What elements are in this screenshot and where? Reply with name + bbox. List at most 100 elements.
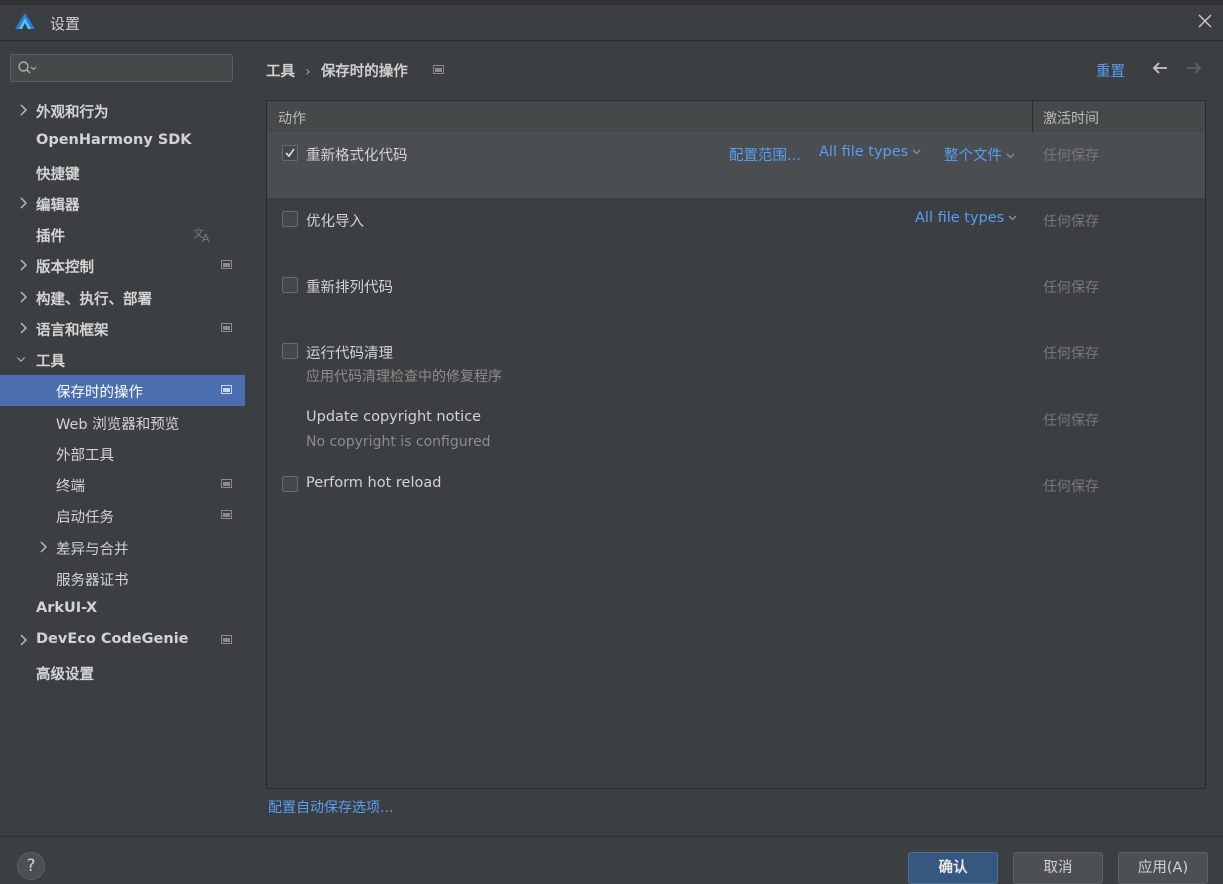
sidebar-item-terminal[interactable]: 终端 (0, 469, 245, 500)
activation-time: 任何保存 (1043, 346, 1099, 362)
breadcrumb-parent[interactable]: 工具 (266, 64, 295, 80)
sidebar-item-editor[interactable]: 编辑器 (0, 188, 245, 219)
project-settings-icon (221, 510, 232, 519)
sidebar-item-actions-on-save[interactable]: 保存时的操作 (0, 375, 245, 406)
activation-time: 任何保存 (1043, 413, 1099, 429)
breadcrumb-separator: › (305, 64, 311, 80)
table-row[interactable]: 重新格式化代码 配置范围... All file types 整个文件 任何保存 (267, 132, 1205, 198)
configure-scope-link[interactable]: 配置范围... (729, 144, 801, 165)
sidebar-item-tools[interactable]: 工具 (0, 344, 245, 375)
row-label: 重新排列代码 (306, 280, 393, 296)
checkmark-icon (285, 148, 295, 158)
project-settings-icon (221, 323, 232, 332)
sidebar-item-arkui-x[interactable]: ArkUI-X (0, 594, 245, 625)
table-row[interactable]: 运行代码清理 应用代码清理检查中的修复程序 任何保存 (267, 330, 1205, 396)
sidebar-item-label: 差异与合并 (56, 542, 129, 558)
sidebar-item-label: OpenHarmony SDK (36, 132, 192, 148)
svg-text:A: A (202, 232, 210, 243)
sidebar-item-label: 工具 (36, 354, 65, 370)
table-row[interactable]: Perform hot reload 任何保存 (267, 462, 1205, 512)
column-header-action[interactable]: 动作 (278, 108, 306, 128)
chevron-right-icon[interactable] (18, 103, 28, 117)
sidebar-item-languages[interactable]: 语言和框架 (0, 313, 245, 344)
optimize-imports-checkbox[interactable] (282, 211, 298, 227)
ok-button[interactable]: 确认 (908, 852, 998, 884)
search-input[interactable] (41, 58, 230, 80)
project-settings-icon (221, 385, 232, 394)
settings-sidebar: 外观和行为 OpenHarmony SDK 快捷键 编辑器 插件 文 A 版本控… (0, 41, 245, 836)
arrow-left-icon[interactable] (1151, 60, 1169, 76)
sidebar-item-label: 版本控制 (36, 260, 94, 276)
sidebar-item-web-browsers[interactable]: Web 浏览器和预览 (0, 407, 245, 438)
breadcrumb: 工具 › 保存时的操作 (266, 60, 408, 81)
sidebar-item-codegenie[interactable]: DevEco CodeGenie (0, 625, 245, 656)
sidebar-item-plugins[interactable]: 插件 文 A (0, 219, 245, 250)
chevron-right-icon[interactable] (18, 290, 28, 304)
configure-autosave-link[interactable]: 配置自动保存选项... (268, 797, 393, 817)
cancel-button[interactable]: 取消 (1013, 852, 1103, 884)
sidebar-item-label: ArkUI-X (36, 600, 98, 616)
row-label: 优化导入 (306, 214, 364, 230)
app-logo-icon (15, 13, 35, 29)
sidebar-item-label: Web 浏览器和预览 (56, 417, 180, 433)
rearrange-code-checkbox[interactable] (282, 277, 298, 293)
sidebar-item-label: DevEco CodeGenie (36, 631, 189, 647)
sidebar-item-label: 插件 (36, 229, 65, 245)
sidebar-item-label: 构建、执行、部署 (36, 292, 152, 308)
activation-time: 任何保存 (1043, 148, 1099, 164)
activation-time: 任何保存 (1043, 280, 1099, 296)
row-description: No copyright is configured (306, 434, 491, 450)
column-divider[interactable] (1032, 101, 1033, 132)
sidebar-item-label: 高级设置 (36, 667, 94, 683)
settings-content: 工具 › 保存时的操作 重置 动作 激活时间 重新格式化代码 配置范围... All… (245, 41, 1223, 836)
sidebar-item-appearance[interactable]: 外观和行为 (0, 95, 245, 126)
arrow-right-icon[interactable] (1185, 60, 1203, 76)
file-types-label: All file types (915, 210, 1005, 226)
project-settings-icon (221, 635, 232, 644)
title-bar: 设置 (0, 0, 1223, 41)
sidebar-item-label: 语言和框架 (36, 323, 109, 339)
sidebar-item-label: 编辑器 (36, 198, 80, 214)
file-types-dropdown[interactable]: All file types (915, 210, 1017, 226)
activation-time: 任何保存 (1043, 479, 1099, 495)
reformat-code-checkbox[interactable] (282, 145, 298, 161)
sidebar-item-version-control[interactable]: 版本控制 (0, 250, 245, 281)
chevron-right-icon[interactable] (18, 633, 28, 647)
column-header-activation[interactable]: 激活时间 (1043, 108, 1099, 128)
help-button[interactable]: ? (17, 852, 45, 880)
table-row[interactable]: 重新排列代码 任何保存 (267, 264, 1205, 330)
chevron-right-icon[interactable] (18, 258, 28, 272)
sidebar-item-keymap[interactable]: 快捷键 (0, 157, 245, 188)
sidebar-item-advanced-settings[interactable]: 高级设置 (0, 657, 245, 688)
actions-on-save-table: 动作 激活时间 重新格式化代码 配置范围... All file types 整… (266, 100, 1206, 789)
sidebar-item-build[interactable]: 构建、执行、部署 (0, 282, 245, 313)
file-types-label: All file types (819, 144, 909, 160)
sidebar-item-diff-merge[interactable]: 差异与合并 (0, 532, 245, 563)
table-row[interactable]: Update copyright notice No copyright is … (267, 396, 1205, 462)
sidebar-item-openharmony-sdk[interactable]: OpenHarmony SDK (0, 126, 245, 157)
chevron-down-icon (1008, 215, 1017, 221)
whole-file-dropdown[interactable]: 整个文件 (944, 144, 1015, 165)
settings-search[interactable] (10, 54, 233, 82)
run-code-cleanup-checkbox[interactable] (282, 343, 298, 359)
chevron-right-icon[interactable] (38, 540, 48, 554)
sidebar-item-external-tools[interactable]: 外部工具 (0, 438, 245, 469)
chevron-right-icon[interactable] (18, 321, 28, 335)
apply-button[interactable]: 应用(A) (1118, 852, 1208, 884)
table-row[interactable]: 优化导入 All file types 任何保存 (267, 198, 1205, 264)
breadcrumb-current: 保存时的操作 (320, 64, 408, 80)
chevron-down-icon[interactable] (16, 352, 26, 366)
search-icon (18, 61, 37, 74)
chevron-right-icon[interactable] (18, 196, 28, 210)
sidebar-item-startup-tasks[interactable]: 启动任务 (0, 500, 245, 531)
perform-hot-reload-checkbox[interactable] (282, 476, 298, 492)
project-settings-icon (221, 260, 232, 269)
activation-time: 任何保存 (1043, 214, 1099, 230)
file-types-dropdown[interactable]: All file types (819, 144, 921, 160)
row-description: 应用代码清理检查中的修复程序 (306, 369, 502, 385)
sidebar-item-server-certificates[interactable]: 服务器证书 (0, 563, 245, 594)
close-icon[interactable] (1197, 13, 1213, 29)
sidebar-item-label: 快捷键 (36, 167, 80, 183)
project-settings-icon (433, 65, 444, 74)
reset-link[interactable]: 重置 (1096, 60, 1125, 81)
